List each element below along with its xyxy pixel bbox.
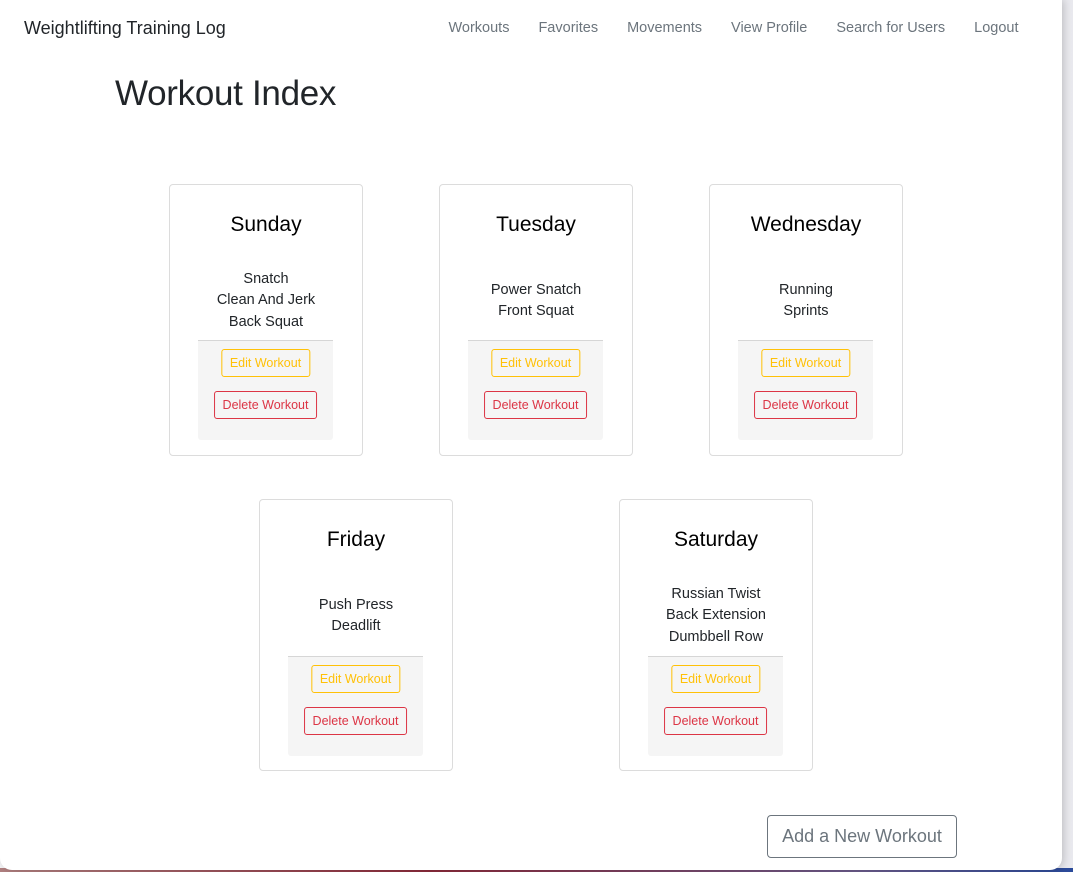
workout-day-title: Sunday bbox=[230, 213, 302, 236]
movement-item: Running bbox=[778, 281, 833, 298]
card-footer: Edit Workout Delete Workout bbox=[288, 656, 423, 756]
movement-list: Russian Twist Back Extension Dumbbell Ro… bbox=[620, 576, 812, 656]
delete-workout-button[interactable]: Delete Workout bbox=[663, 707, 768, 735]
workout-day-title: Friday bbox=[326, 528, 386, 551]
card-footer: Edit Workout Delete Workout bbox=[648, 656, 783, 756]
workout-card-friday: Friday Push Press Deadlift Edit Workout … bbox=[259, 499, 453, 771]
workout-card-saturday: Saturday Russian Twist Back Extension Du… bbox=[619, 499, 813, 771]
workout-card-wednesday: Wednesday Running Sprints Edit Workout D… bbox=[709, 184, 903, 456]
workout-day-title: Saturday bbox=[673, 528, 759, 551]
movement-item: Deadlift bbox=[331, 618, 381, 634]
nav-link-search-users[interactable]: Search for Users bbox=[822, 20, 960, 36]
workout-day-title: Tuesday bbox=[496, 213, 576, 236]
edit-workout-button[interactable]: Edit Workout bbox=[670, 665, 761, 693]
movement-item: Power Snatch bbox=[490, 281, 582, 298]
delete-workout-button[interactable]: Delete Workout bbox=[483, 391, 588, 419]
movement-list: Running Sprints bbox=[710, 261, 902, 341]
movement-item: Push Press bbox=[318, 596, 394, 613]
movement-item: Back Squat bbox=[228, 313, 304, 330]
movement-list: Push Press Deadlift bbox=[260, 576, 452, 656]
movement-item: Russian Twist bbox=[671, 585, 761, 602]
movement-item: Sprints bbox=[783, 303, 829, 319]
delete-workout-button[interactable]: Delete Workout bbox=[303, 707, 408, 735]
workout-card-tuesday: Tuesday Power Snatch Front Squat Edit Wo… bbox=[439, 184, 633, 456]
workout-card-sunday: Sunday Snatch Clean And Jerk Back Squat … bbox=[169, 184, 363, 456]
delete-workout-button[interactable]: Delete Workout bbox=[753, 391, 858, 419]
movement-item: Back Extension bbox=[666, 607, 766, 624]
browser-window: Weightlifting Training Log Workouts Favo… bbox=[0, 0, 1062, 870]
nav-links: Workouts Favorites Movements View Profil… bbox=[434, 20, 1033, 36]
delete-workout-button[interactable]: Delete Workout bbox=[213, 391, 318, 419]
nav-link-workouts[interactable]: Workouts bbox=[434, 20, 524, 36]
movement-item: Front Squat bbox=[498, 303, 574, 319]
page-title: Workout Index bbox=[115, 74, 337, 113]
edit-workout-button[interactable]: Edit Workout bbox=[220, 349, 311, 377]
nav-link-movements[interactable]: Movements bbox=[613, 20, 717, 36]
nav-link-favorites[interactable]: Favorites bbox=[524, 20, 613, 36]
edit-workout-button[interactable]: Edit Workout bbox=[310, 665, 401, 693]
brand-link[interactable]: Weightlifting Training Log bbox=[24, 18, 226, 39]
nav-link-view-profile[interactable]: View Profile bbox=[717, 20, 822, 36]
card-footer: Edit Workout Delete Workout bbox=[198, 340, 333, 440]
movement-item: Clean And Jerk bbox=[216, 292, 316, 309]
edit-workout-button[interactable]: Edit Workout bbox=[490, 349, 581, 377]
workout-day-title: Wednesday bbox=[750, 213, 862, 236]
card-footer: Edit Workout Delete Workout bbox=[468, 340, 603, 440]
movement-list: Snatch Clean And Jerk Back Squat bbox=[170, 261, 362, 341]
movement-list: Power Snatch Front Squat bbox=[440, 261, 632, 341]
card-footer: Edit Workout Delete Workout bbox=[738, 340, 873, 440]
edit-workout-button[interactable]: Edit Workout bbox=[760, 349, 851, 377]
nav-link-logout[interactable]: Logout bbox=[960, 20, 1033, 36]
movement-item: Dumbbell Row bbox=[668, 628, 764, 645]
movement-item: Snatch bbox=[243, 270, 289, 287]
add-new-workout-button[interactable]: Add a New Workout bbox=[767, 815, 957, 858]
navbar: Weightlifting Training Log Workouts Favo… bbox=[0, 0, 1062, 56]
